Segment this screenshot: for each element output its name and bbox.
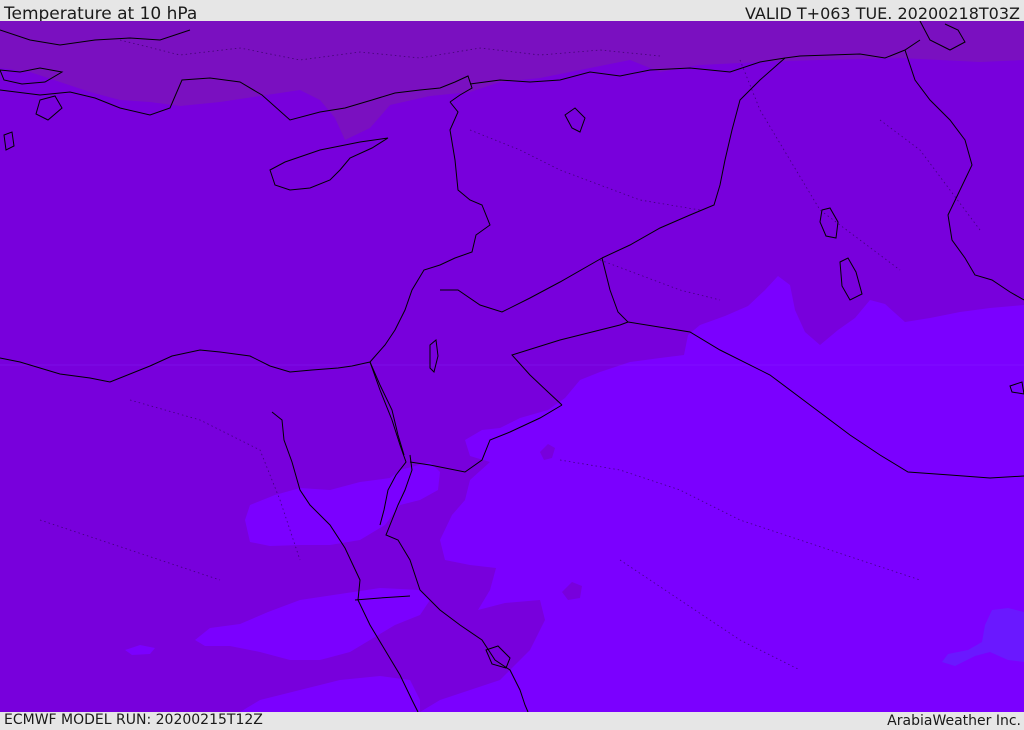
credit-label: ArabiaWeather Inc. [887, 713, 1021, 729]
header-bar: Temperature at 10 hPa VALID T+063 TUE. 2… [0, 0, 1024, 24]
footer-bar: ECMWF MODEL RUN: 20200215T12Z ArabiaWeat… [0, 712, 1024, 729]
temperature-map[interactable] [0, 21, 1024, 712]
model-run-label: ECMWF MODEL RUN: 20200215T12Z [4, 712, 263, 728]
